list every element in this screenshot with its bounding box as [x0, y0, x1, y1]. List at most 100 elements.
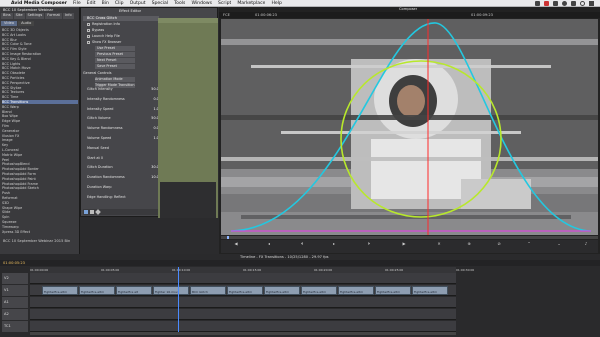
menu-item-avid-media-composer[interactable]: Avid Media Composer — [11, 0, 67, 7]
step-forward-icon[interactable]: ⏵ — [366, 241, 372, 246]
bin-item[interactable]: Box Wipe — [2, 114, 78, 118]
timeline-clip[interactable]: Fighterfire.altm — [227, 286, 263, 295]
splice-in-icon[interactable]: ⊕ — [466, 241, 472, 246]
menu-item-windows[interactable]: Windows — [191, 0, 212, 7]
checkbox-icon[interactable] — [87, 22, 90, 26]
search-icon[interactable] — [580, 1, 585, 6]
timeline-track[interactable] — [30, 309, 456, 320]
bin-tab-format[interactable]: Format — [45, 13, 62, 19]
bin-item[interactable]: BCC Art Looks — [2, 33, 78, 37]
timeline-track[interactable] — [30, 297, 456, 308]
timeline-clip[interactable]: Fighterfire alt — [116, 286, 152, 295]
bin-item[interactable]: L-Conceal — [2, 148, 78, 152]
bin-item[interactable]: Film — [2, 124, 78, 128]
extract-icon[interactable]: ⌄ — [556, 241, 562, 246]
bin-item[interactable]: BCC Time — [2, 95, 78, 99]
bin-item[interactable]: Illusion FX — [2, 134, 78, 138]
bin-item[interactable]: PhotoshopAdd Sketch — [2, 186, 78, 190]
bin-item[interactable]: BCC Image Restoration — [2, 52, 78, 56]
timeline-clip[interactable]: Fighterfire.altm — [42, 286, 78, 295]
timeline-clip[interactable]: Fighterfire.altm — [375, 286, 411, 295]
position-indicator[interactable] — [227, 236, 229, 239]
keyframe-icon[interactable] — [95, 209, 101, 215]
bin-item[interactable]: Image — [2, 138, 78, 142]
timeline-clip[interactable]: Fighter 16.mov — [153, 286, 189, 295]
bin-item[interactable]: Squeeze — [2, 220, 78, 224]
track-label-v2[interactable]: V2 — [2, 273, 28, 284]
preset-button[interactable]: Next Preset — [95, 58, 135, 63]
effect-check-option[interactable]: Registration Info — [87, 22, 159, 27]
play-loop-icon[interactable] — [84, 210, 88, 214]
effect-param[interactable]: Intensity Randomness0.00 — [87, 97, 161, 102]
bin-item[interactable]: BCC Transitions — [2, 100, 78, 105]
effect-param[interactable]: Glitch Duration 30.00 — [87, 165, 161, 170]
effect-check-option[interactable]: Bypass — [87, 28, 159, 33]
render-icon[interactable] — [90, 210, 94, 214]
effect-check-option[interactable]: Show FX Browser — [87, 40, 159, 45]
bin-item[interactable]: Slide — [2, 210, 78, 214]
bin-item[interactable]: PhotoshopAdd Form — [2, 172, 78, 176]
checkbox-icon[interactable] — [87, 40, 90, 44]
menu-item-output[interactable]: Output — [130, 0, 146, 7]
timeline-clip[interactable]: BCC Glitch — [190, 286, 226, 295]
overwrite-icon[interactable]: ⊘ — [496, 241, 502, 246]
preset-button[interactable]: Previous Preset — [95, 52, 135, 57]
bin-item[interactable]: BCC Match Move — [2, 66, 78, 70]
timeline-track[interactable] — [30, 273, 456, 284]
play-icon[interactable]: ▸ — [331, 241, 337, 246]
effect-param[interactable]: Volume Speed1.00 — [87, 136, 161, 141]
menu-item-clip[interactable]: Clip — [115, 0, 124, 7]
preset-button[interactable]: Use Preset — [95, 46, 135, 51]
list-icon[interactable] — [589, 1, 594, 6]
bin-item[interactable]: Peel — [2, 158, 78, 162]
bin-item[interactable]: BCC Warp — [2, 105, 78, 109]
effect-param[interactable]: Intensity Speed1.00 — [87, 107, 161, 112]
track-label-a2[interactable]: A2 — [2, 309, 28, 320]
effect-param[interactable]: Duration Randomness 10.00 — [87, 175, 161, 180]
effect-check-option[interactable]: Launch Help File — [87, 34, 159, 39]
effect-section[interactable]: General Controls — [83, 71, 159, 76]
bin-item[interactable]: BCC Textures — [2, 90, 78, 94]
timeline-scrollbar[interactable] — [30, 332, 456, 335]
bin-tab-settings[interactable]: Settings — [25, 13, 45, 19]
menu-item-file[interactable]: File — [73, 0, 81, 7]
track-label-v1[interactable]: V1 — [2, 285, 28, 296]
effect-param[interactable]: Glitch Intensity 50.00 — [87, 87, 161, 92]
checkbox-icon[interactable] — [87, 28, 90, 32]
bin-item[interactable]: BCC Stylize — [2, 86, 78, 90]
audio-scrub-icon[interactable]: ♪ — [583, 241, 589, 246]
bin-item[interactable]: BCC Particles — [2, 76, 78, 80]
mark-out-icon[interactable]: ▶ — [401, 241, 407, 246]
step-back-icon[interactable]: ⏴ — [299, 241, 305, 246]
bin-item[interactable]: Spin — [2, 215, 78, 219]
bin-item[interactable]: BCC 3D Objects — [2, 28, 78, 32]
bin-item[interactable]: Xpress 3D Effect — [2, 230, 78, 234]
bin-item[interactable]: PhotoshopAdd Border — [2, 167, 78, 171]
timeline-clip[interactable]: Fighterfire.altm — [79, 286, 115, 295]
bin-item[interactable]: PhotoshopAdd Frame — [2, 182, 78, 186]
checkbox-icon[interactable] — [87, 34, 90, 38]
menu-item-bin[interactable]: Bin — [102, 0, 109, 7]
timeline-playhead[interactable] — [178, 267, 179, 335]
effect-param[interactable]: Glitch Volume 50.00 — [87, 116, 161, 121]
clear-marks-icon[interactable]: ✕ — [436, 241, 442, 246]
bin-item[interactable]: BCC Blur — [2, 38, 78, 42]
bin-tab-site[interactable]: Site — [13, 13, 25, 19]
bin-item[interactable]: BCC Color & Tone — [2, 42, 78, 46]
effect-section[interactable]: Animation Mode — [95, 77, 135, 82]
bin-item[interactable]: BCC Obsolete — [2, 71, 78, 75]
menu-item-edit[interactable]: Edit — [87, 0, 96, 7]
timeline-clip[interactable]: Fighterfire.altm — [301, 286, 337, 295]
effect-param[interactable]: Start at 0 — [87, 156, 161, 161]
bin-item[interactable]: Blend — [2, 110, 78, 114]
mark-in-icon[interactable]: ◀ — [233, 241, 239, 246]
bin-item[interactable]: Matrix Wipe — [2, 153, 78, 157]
bin-item[interactable]: Reformat — [2, 196, 78, 200]
timeline-track[interactable]: Fighterfire.altm Fighterfire.altm Fighterf… — [30, 285, 456, 296]
play-reverse-icon[interactable]: ◂ — [266, 241, 272, 246]
effect-param[interactable]: Duration Warp — [87, 185, 161, 190]
bin-item[interactable]: PhotoshopBlend — [2, 162, 78, 166]
bin-item[interactable]: Shape Wipe — [2, 206, 78, 210]
menu-item-special[interactable]: Special — [152, 0, 169, 7]
effect-param[interactable]: Manual Seed0 — [87, 146, 161, 151]
